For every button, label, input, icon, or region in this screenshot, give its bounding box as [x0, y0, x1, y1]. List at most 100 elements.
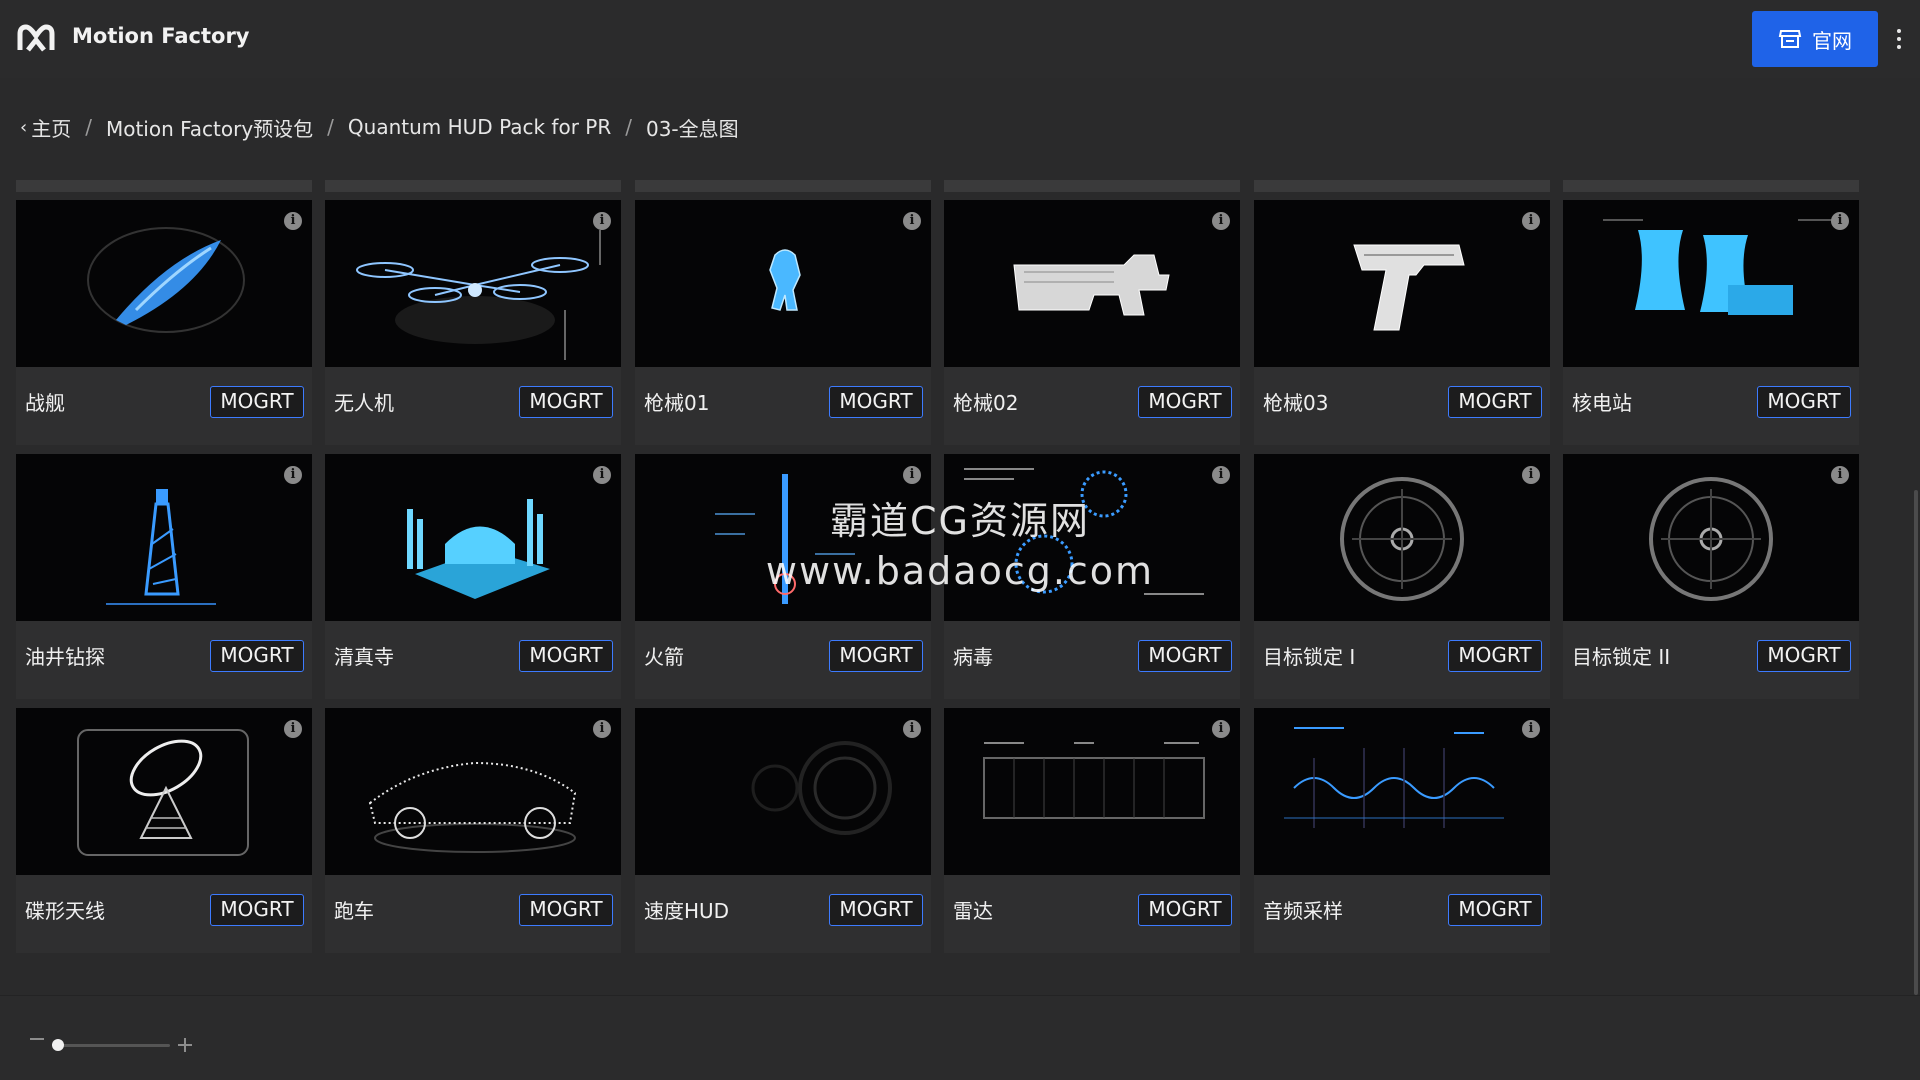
- preset-label: 音频采样: [1263, 899, 1343, 923]
- info-icon[interactable]: i: [1522, 212, 1540, 230]
- preset-label: 枪械01: [644, 391, 710, 415]
- info-icon[interactable]: i: [593, 466, 611, 484]
- drone-hologram-icon[interactable]: i: [325, 200, 621, 367]
- preset-card[interactable]: i 音频采样 MOGRT: [1254, 708, 1550, 953]
- info-icon[interactable]: i: [1522, 720, 1540, 738]
- preset-label: 跑车: [334, 899, 374, 923]
- preset-card[interactable]: i 清真寺 MOGRT: [325, 454, 621, 699]
- preset-card[interactable]: i 战舰 MOGRT: [16, 200, 312, 445]
- mogrt-button[interactable]: MOGRT: [519, 894, 613, 926]
- preset-card[interactable]: i 核电站 MOGRT: [1563, 200, 1859, 445]
- chevron-left-icon[interactable]: ‹: [20, 117, 27, 138]
- app-title: Motion Factory: [72, 24, 250, 48]
- info-icon[interactable]: i: [284, 720, 302, 738]
- official-site-button[interactable]: 官网: [1752, 11, 1878, 67]
- breadcrumb-preset-pack[interactable]: Motion Factory预设包: [106, 113, 313, 142]
- mogrt-button[interactable]: MOGRT: [210, 386, 304, 418]
- previous-row-edge: [325, 180, 621, 192]
- preset-card[interactable]: i 火箭 MOGRT: [635, 454, 931, 699]
- info-icon[interactable]: i: [1831, 466, 1849, 484]
- preset-label: 火箭: [644, 645, 684, 669]
- info-icon[interactable]: i: [593, 212, 611, 230]
- mogrt-button[interactable]: MOGRT: [1448, 894, 1542, 926]
- previous-row-edge: [16, 180, 312, 192]
- info-icon[interactable]: i: [903, 720, 921, 738]
- preset-card[interactable]: i 枪械01 MOGRT: [635, 200, 931, 445]
- satellite-dish-hologram-icon[interactable]: i: [16, 708, 312, 875]
- zoom-slider-handle[interactable]: [52, 1039, 64, 1051]
- radar-hologram-icon[interactable]: i: [944, 708, 1240, 875]
- figure-hologram-icon[interactable]: i: [635, 200, 931, 367]
- info-icon[interactable]: i: [903, 466, 921, 484]
- zoom-slider[interactable]: [52, 1044, 170, 1047]
- preset-label: 目标锁定 II: [1572, 645, 1671, 669]
- mogrt-button[interactable]: MOGRT: [210, 640, 304, 672]
- official-site-label: 官网: [1812, 28, 1852, 53]
- mogrt-button[interactable]: MOGRT: [829, 894, 923, 926]
- scrollbar-thumb[interactable]: [1914, 490, 1918, 995]
- mogrt-button[interactable]: MOGRT: [1448, 386, 1542, 418]
- breadcrumb-current: 03-全息图: [645, 116, 739, 141]
- audio-sample-hologram-icon[interactable]: i: [1254, 708, 1550, 875]
- info-icon[interactable]: i: [284, 466, 302, 484]
- mogrt-button[interactable]: MOGRT: [519, 386, 613, 418]
- preset-card[interactable]: i 枪械03 MOGRT: [1254, 200, 1550, 445]
- preset-card[interactable]: i 碟形天线 MOGRT: [16, 708, 312, 953]
- info-icon[interactable]: i: [1212, 466, 1230, 484]
- preset-label: 核电站: [1572, 391, 1632, 415]
- mogrt-button[interactable]: MOGRT: [519, 640, 613, 672]
- info-icon[interactable]: i: [1212, 212, 1230, 230]
- mogrt-button[interactable]: MOGRT: [829, 640, 923, 672]
- mogrt-button[interactable]: MOGRT: [1448, 640, 1542, 672]
- rocket-hologram-icon[interactable]: i: [635, 454, 931, 621]
- breadcrumb-hud-pack[interactable]: Quantum HUD Pack for PR: [348, 115, 611, 139]
- mogrt-button[interactable]: MOGRT: [210, 894, 304, 926]
- speed-hud-hologram-icon[interactable]: i: [635, 708, 931, 875]
- oil-rig-hologram-icon[interactable]: i: [16, 454, 312, 621]
- preset-card[interactable]: i 目标锁定 I MOGRT: [1254, 454, 1550, 699]
- mogrt-button[interactable]: MOGRT: [1757, 640, 1851, 672]
- breadcrumb-separator: /: [625, 115, 632, 139]
- info-icon[interactable]: i: [1212, 720, 1230, 738]
- info-icon[interactable]: i: [284, 212, 302, 230]
- virus-hologram-icon[interactable]: i: [944, 454, 1240, 621]
- store-icon: [1778, 30, 1802, 48]
- info-icon[interactable]: i: [1831, 212, 1849, 230]
- target-lock-hologram-icon[interactable]: i: [1563, 454, 1859, 621]
- previous-row-edge: [1563, 180, 1859, 192]
- more-options-icon[interactable]: [1888, 24, 1910, 54]
- preset-card[interactable]: i 油井钻探 MOGRT: [16, 454, 312, 699]
- target-lock-hologram-icon[interactable]: i: [1254, 454, 1550, 621]
- zoom-in-icon[interactable]: [178, 1038, 192, 1052]
- preset-card[interactable]: i 雷达 MOGRT: [944, 708, 1240, 953]
- breadcrumb-home[interactable]: 主页: [31, 113, 71, 142]
- nuclear-plant-hologram-icon[interactable]: i: [1563, 200, 1859, 367]
- bottom-bar: [0, 995, 1920, 1080]
- preset-card[interactable]: i 速度HUD MOGRT: [635, 708, 931, 953]
- mogrt-button[interactable]: MOGRT: [1757, 386, 1851, 418]
- mogrt-button[interactable]: MOGRT: [829, 386, 923, 418]
- battleship-hologram-icon[interactable]: i: [16, 200, 312, 367]
- gun-hologram-icon[interactable]: i: [944, 200, 1240, 367]
- zoom-out-icon[interactable]: [30, 1038, 44, 1040]
- preset-label: 战舰: [25, 391, 65, 415]
- previous-row-edge: [635, 180, 931, 192]
- motion-factory-logo-icon: [17, 24, 55, 52]
- previous-row-edge: [944, 180, 1240, 192]
- info-icon[interactable]: i: [1522, 466, 1540, 484]
- preset-card[interactable]: i 目标锁定 II MOGRT: [1563, 454, 1859, 699]
- pistol-hologram-icon[interactable]: i: [1254, 200, 1550, 367]
- info-icon[interactable]: i: [593, 720, 611, 738]
- preset-card[interactable]: i 跑车 MOGRT: [325, 708, 621, 953]
- preset-card[interactable]: i 枪械02 MOGRT: [944, 200, 1240, 445]
- preset-label: 油井钻探: [25, 645, 105, 669]
- mosque-hologram-icon[interactable]: i: [325, 454, 621, 621]
- mogrt-button[interactable]: MOGRT: [1138, 640, 1232, 672]
- info-icon[interactable]: i: [903, 212, 921, 230]
- preset-card[interactable]: i 无人机 MOGRT: [325, 200, 621, 445]
- breadcrumb-separator: /: [327, 115, 334, 139]
- mogrt-button[interactable]: MOGRT: [1138, 894, 1232, 926]
- preset-card[interactable]: i 病毒 MOGRT: [944, 454, 1240, 699]
- mogrt-button[interactable]: MOGRT: [1138, 386, 1232, 418]
- sports-car-hologram-icon[interactable]: i: [325, 708, 621, 875]
